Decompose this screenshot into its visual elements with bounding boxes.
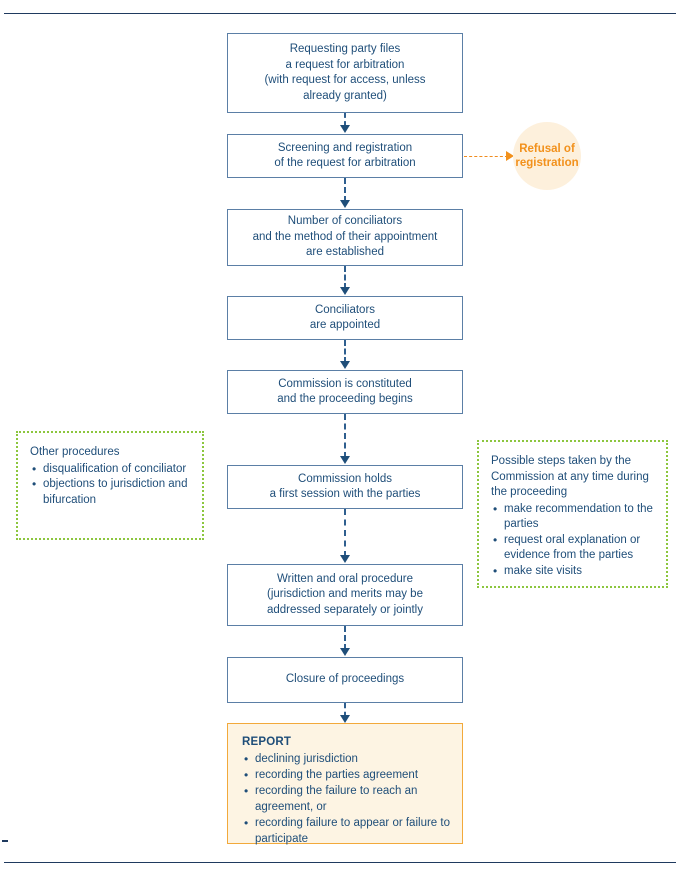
list-item: disqualification of conciliator bbox=[32, 462, 192, 478]
node-report: REPORT declining jurisdiction recording … bbox=[227, 723, 463, 847]
arrow-1 bbox=[340, 125, 350, 133]
node-written-oral-procedure: Written and oral procedure (jurisdiction… bbox=[227, 564, 463, 626]
arrow-4 bbox=[340, 361, 350, 369]
list-item: make site visits bbox=[493, 564, 656, 580]
node-screening-registration: Screening and registration of the reques… bbox=[227, 134, 463, 178]
node-closure-of-proceedings: Closure of proceedings bbox=[227, 657, 463, 703]
refusal-of-registration-label: Refusal of registration bbox=[515, 143, 579, 169]
refusal-of-registration-bubble: Refusal of registration bbox=[513, 122, 581, 190]
arrow-8 bbox=[340, 715, 350, 723]
bottom-divider bbox=[4, 862, 676, 863]
arrow-7 bbox=[340, 648, 350, 656]
node-closure-of-proceedings-label: Closure of proceedings bbox=[285, 673, 405, 686]
node-written-oral-procedure-label: Written and oral procedure (jurisdiction… bbox=[267, 572, 423, 616]
list-item: recording the failure to reach an agreem… bbox=[244, 783, 450, 815]
node-commission-constituted-label: Commission is constituted and the procee… bbox=[277, 377, 413, 406]
arrow-6 bbox=[340, 555, 350, 563]
arrow-3 bbox=[340, 287, 350, 295]
connector-6 bbox=[344, 509, 348, 557]
list-item: declining jurisdiction bbox=[244, 751, 450, 767]
node-screening-registration-label: Screening and registration of the reques… bbox=[274, 141, 416, 170]
node-request-for-arbitration: Requesting party files a request for arb… bbox=[227, 33, 463, 113]
left-margin-tick bbox=[2, 840, 8, 842]
node-conciliators-appointed-label: Conciliators are appointed bbox=[309, 303, 381, 332]
connector-2 bbox=[344, 178, 348, 202]
note-other-procedures-list: disqualification of conciliator objectio… bbox=[30, 462, 192, 509]
note-other-procedures: Other procedures disqualification of con… bbox=[16, 431, 204, 540]
note-possible-steps-title: Possible steps taken by the Commission a… bbox=[491, 455, 649, 498]
node-report-title: REPORT bbox=[242, 736, 292, 748]
list-item: recording the parties agreement bbox=[244, 767, 450, 783]
node-request-for-arbitration-label: Requesting party files a request for arb… bbox=[264, 43, 426, 102]
node-report-list: declining jurisdiction recording the par… bbox=[242, 751, 450, 847]
node-first-session: Commission holds a first session with th… bbox=[227, 465, 463, 509]
list-item: request oral explanation or evidence fro… bbox=[493, 533, 656, 564]
branch-refusal-line bbox=[464, 156, 508, 157]
note-possible-steps-list: make recommendation to the parties reque… bbox=[491, 502, 656, 580]
list-item: objections to jurisdiction and bifurcati… bbox=[32, 477, 192, 508]
node-number-of-conciliators: Number of conciliators and the method of… bbox=[227, 209, 463, 266]
top-divider bbox=[4, 13, 676, 14]
note-possible-steps: Possible steps taken by the Commission a… bbox=[477, 440, 668, 588]
node-first-session-label: Commission holds a first session with th… bbox=[269, 472, 421, 501]
list-item: recording failure to appear or failure t… bbox=[244, 815, 450, 847]
connector-3 bbox=[344, 266, 348, 289]
connector-4 bbox=[344, 340, 348, 363]
connector-7 bbox=[344, 626, 348, 650]
list-item: make recommendation to the parties bbox=[493, 502, 656, 533]
node-commission-constituted: Commission is constituted and the procee… bbox=[227, 370, 463, 414]
node-conciliators-appointed: Conciliators are appointed bbox=[227, 296, 463, 340]
arrow-2 bbox=[340, 200, 350, 208]
note-other-procedures-title: Other procedures bbox=[30, 446, 120, 458]
connector-5 bbox=[344, 414, 348, 458]
node-number-of-conciliators-label: Number of conciliators and the method of… bbox=[252, 215, 438, 259]
arrow-5 bbox=[340, 456, 350, 464]
flowchart-page: Requesting party files a request for arb… bbox=[0, 0, 680, 879]
